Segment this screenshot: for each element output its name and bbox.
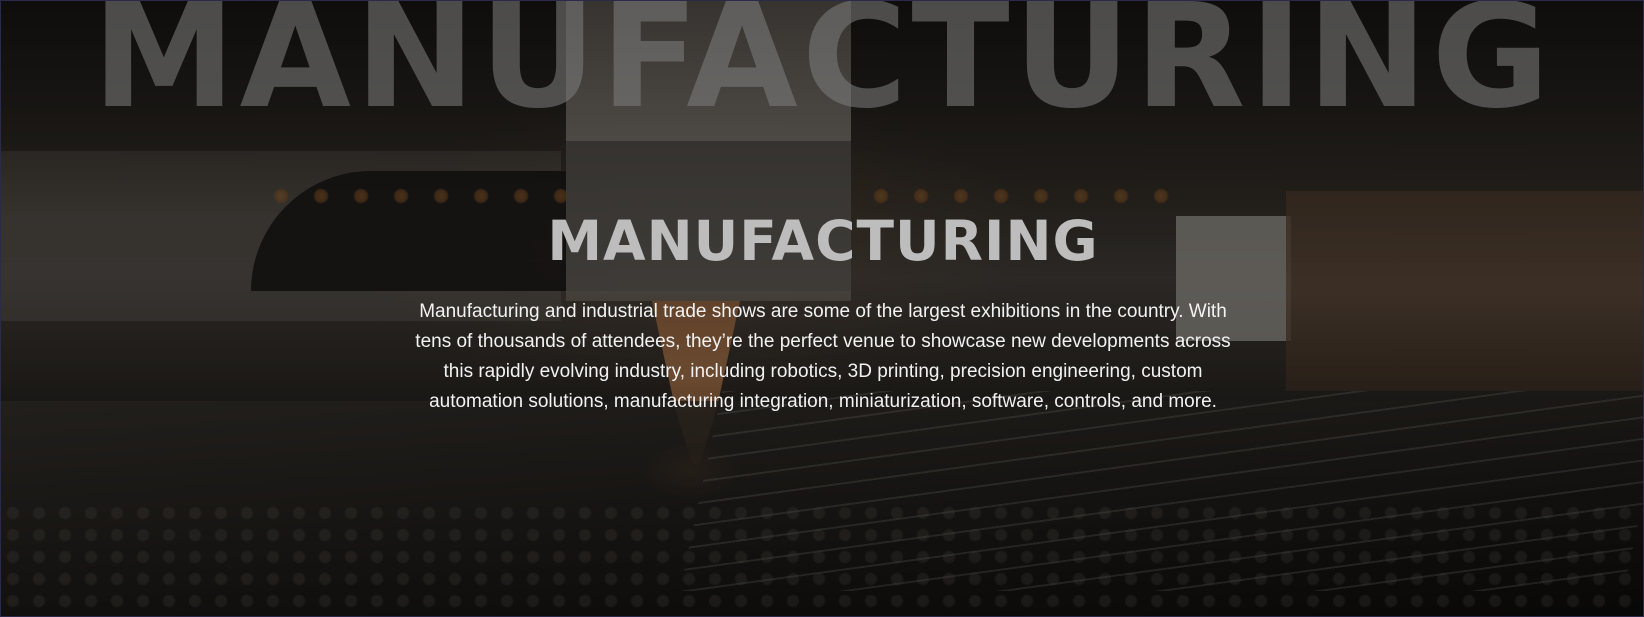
manufacturing-hero-section: MANUFACTURING MANUFACTURING Manufacturin… (0, 0, 1644, 617)
section-description: Manufacturing and industrial trade shows… (415, 301, 1231, 412)
watermark-heading: MANUFACTURING (92, 0, 1554, 140)
section-title: MANUFACTURING (547, 209, 1099, 273)
